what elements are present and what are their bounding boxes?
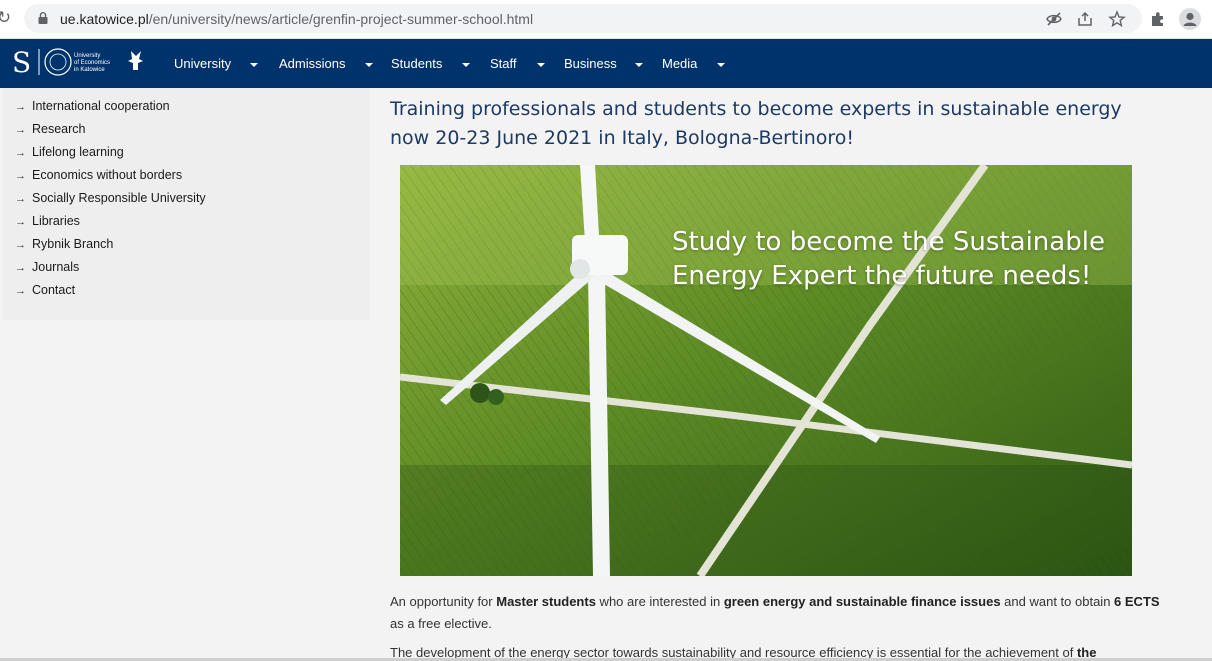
sidebar-item-label: Rybnik Branch xyxy=(32,237,114,251)
text: An opportunity for xyxy=(390,594,497,609)
eye-off-icon[interactable] xyxy=(1045,10,1063,28)
sidebar-item-label: Socially Responsible University xyxy=(32,191,206,205)
nav-business[interactable]: Business xyxy=(564,56,617,71)
sidebar-item-label: Libraries xyxy=(32,214,80,228)
puzzle-icon[interactable] xyxy=(1149,10,1167,28)
share-icon[interactable] xyxy=(1076,10,1094,28)
chevron-down-icon[interactable] xyxy=(365,63,373,67)
chevron-down-icon[interactable] xyxy=(717,63,725,67)
sidebar-item-label: International cooperation xyxy=(32,99,170,113)
sidebar-item-international-cooperation[interactable]: → International cooperation xyxy=(15,99,170,113)
arrow-right-icon: → xyxy=(15,216,26,228)
arrow-right-icon: → xyxy=(15,239,26,251)
logo-monogram: S xyxy=(12,46,31,79)
arrow-right-icon: → xyxy=(15,147,26,159)
sidebar-item-lifelong-learning[interactable]: → Lifelong learning xyxy=(15,145,124,159)
text: The development of the energy sector tow… xyxy=(390,645,1077,658)
university-logo[interactable]: S University of Economics in Katowice xyxy=(12,45,146,79)
sidebar-item-economics-without-borders[interactable]: → Economics without borders xyxy=(15,168,182,182)
logo-line-1: University xyxy=(74,53,100,59)
nav-staff[interactable]: Staff xyxy=(490,56,517,71)
url-path: /en/university/news/article/grenfin-proj… xyxy=(148,11,534,27)
sidebar-item-label: Economics without borders xyxy=(32,168,183,182)
arrow-right-icon: → xyxy=(15,193,26,205)
browser-toolbar: ↻ ue.katowice.pl/en/university/news/arti… xyxy=(0,0,1212,39)
chevron-down-icon[interactable] xyxy=(462,63,470,67)
sidebar-item-rybnik-branch[interactable]: → Rybnik Branch xyxy=(15,237,113,251)
sidebar-item-label: Contact xyxy=(32,283,76,297)
text: as a free elective. xyxy=(390,616,492,631)
star-icon[interactable] xyxy=(1108,10,1126,28)
nav-media[interactable]: Media xyxy=(662,56,697,71)
nav-university[interactable]: University xyxy=(174,56,231,71)
bold-text: green energy and sustainable finance iss… xyxy=(723,594,1001,609)
hero-image: Study to become the Sustainable Energy E… xyxy=(400,165,1132,576)
sidebar-item-journals[interactable]: → Journals xyxy=(15,260,79,274)
profile-icon[interactable] xyxy=(1179,8,1201,30)
url-text[interactable]: ue.katowice.pl/en/university/news/articl… xyxy=(60,11,533,27)
sidebar-item-label: Lifelong learning xyxy=(32,145,124,159)
text: who are interested in xyxy=(595,594,724,609)
sidebar-item-contact[interactable]: → Contact xyxy=(15,283,75,297)
arrow-right-icon: → xyxy=(15,262,26,274)
sidebar-item-research[interactable]: → Research xyxy=(15,122,86,136)
article-paragraph-1: An opportunity for Master students who a… xyxy=(390,591,1170,635)
logo-line-3: in Katowice xyxy=(74,67,105,73)
arrow-right-icon: → xyxy=(15,101,26,113)
chevron-down-icon[interactable] xyxy=(635,63,643,67)
article-paragraph-2: The development of the energy sector tow… xyxy=(390,642,1170,658)
logo-line-2: of Economics xyxy=(74,60,110,66)
bold-text: 6 ECTS xyxy=(1114,594,1160,609)
nav-admissions[interactable]: Admissions xyxy=(279,56,345,71)
sidebar-item-label: Journals xyxy=(32,260,80,274)
site-header: S University of Economics in Katowice Un… xyxy=(0,39,1212,88)
article-headline: Training professionals and students to b… xyxy=(390,98,1122,149)
eagle-emblem-icon xyxy=(128,51,143,70)
bold-text: Master students xyxy=(496,594,596,609)
reload-icon[interactable]: ↻ xyxy=(0,8,14,28)
text: and want to obtain xyxy=(1000,594,1115,609)
arrow-right-icon: → xyxy=(15,170,26,182)
nav-students[interactable]: Students xyxy=(391,56,442,71)
chevron-down-icon[interactable] xyxy=(250,63,258,67)
lock-icon xyxy=(38,12,48,24)
url-host: ue.katowice.pl xyxy=(60,11,149,27)
address-bar[interactable]: ue.katowice.pl/en/university/news/articl… xyxy=(24,4,1142,33)
arrow-right-icon: → xyxy=(15,124,26,136)
sidebar-menu: → International cooperation → Research → Li… xyxy=(3,88,370,320)
sidebar-item-libraries[interactable]: → Libraries xyxy=(15,214,80,228)
sidebar-item-socially-responsible-university[interactable]: → Socially Responsible University xyxy=(15,191,206,205)
sidebar-item-label: Research xyxy=(32,122,86,136)
person-icon xyxy=(1183,12,1197,26)
chevron-down-icon[interactable] xyxy=(537,63,545,67)
arrow-right-icon: → xyxy=(15,285,26,297)
hero-caption: Study to become the Sustainable Energy E… xyxy=(672,227,1105,291)
bold-text: the xyxy=(1076,645,1097,658)
